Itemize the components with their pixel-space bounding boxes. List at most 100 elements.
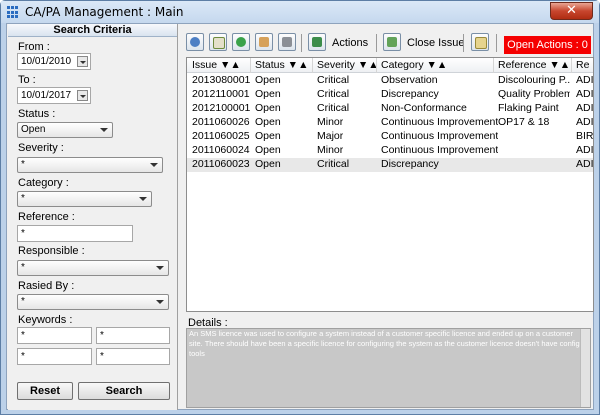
toolbar-separator [463, 34, 464, 52]
actions-button[interactable]: Actions [332, 37, 368, 49]
client-area: Search Criteria From : 10/01/2010 To : 1… [6, 23, 594, 410]
keyword-input-2[interactable]: * [96, 327, 170, 344]
keyword-input-3[interactable]: * [17, 348, 92, 365]
cell-status: Open [255, 88, 281, 100]
cell-issue: 2011060024 [192, 144, 250, 156]
date-dropdown-icon[interactable] [77, 90, 88, 101]
table-row[interactable]: 2013080001 Open Critical Observation Dis… [187, 74, 594, 88]
chevron-down-icon [156, 300, 164, 304]
edit-icon[interactable] [209, 33, 227, 51]
keywords-label: Keywords : [18, 314, 73, 326]
column-header-severity[interactable]: Severity ▼▲ [317, 59, 379, 71]
table-row-selected[interactable]: 2011060023 Open Critical Discrepancy ADI [187, 158, 594, 172]
cell-status: Open [255, 116, 281, 128]
column-divider [250, 58, 251, 73]
cell-severity: Minor [317, 144, 344, 156]
from-label: From : [18, 41, 50, 53]
reference-input[interactable]: * [17, 225, 133, 242]
column-divider [312, 58, 313, 73]
cell-severity: Critical [317, 158, 350, 170]
app-grid-icon [7, 6, 20, 19]
table-row[interactable]: 2011060025 Open Major Continuous Improve… [187, 130, 593, 144]
open-actions-badge[interactable]: Open Actions : 0 [504, 36, 591, 54]
chevron-down-icon [150, 163, 158, 167]
cell-responsible: ADI [576, 158, 594, 170]
cell-responsible: ADI [576, 74, 594, 86]
close-window-button[interactable]: ✕ [550, 2, 593, 20]
severity-label: Severity : [18, 142, 64, 154]
handover-icon[interactable] [255, 33, 273, 51]
to-date-field[interactable]: 10/01/2017 [17, 87, 91, 104]
category-label: Category : [18, 177, 69, 189]
table-row[interactable]: 2011060026 Open Minor Continuous Improve… [187, 116, 593, 130]
print-icon[interactable] [278, 33, 296, 51]
cell-category: Non-Conformance [381, 102, 467, 114]
cell-status: Open [255, 144, 281, 156]
cell-issue: 2013080001 [192, 74, 251, 86]
actions-icon[interactable] [308, 33, 326, 51]
column-header-responsible[interactable]: Re [576, 59, 589, 71]
category-select[interactable]: * [17, 191, 152, 207]
search-criteria-header: Search Criteria [8, 24, 177, 37]
chevron-down-icon [100, 128, 108, 132]
search-button[interactable]: Search [78, 382, 170, 400]
cell-severity: Minor [317, 116, 344, 128]
close-issue-icon[interactable] [383, 33, 401, 51]
from-date-value: 10/01/2010 [21, 56, 72, 67]
chevron-down-icon [156, 266, 164, 270]
issues-panel: Actions Close Issue Open Actions : 0 Iss… [182, 24, 594, 410]
cell-severity: Major [317, 130, 344, 142]
table-header: Issue ▼▲ Status ▼▲ Severity ▼▲ Category … [187, 58, 593, 73]
keyword-input-1[interactable]: * [17, 327, 92, 344]
column-header-reference[interactable]: Reference ▼▲ [498, 59, 570, 71]
cell-severity: Critical [317, 74, 350, 86]
date-dropdown-icon[interactable] [77, 56, 88, 67]
cell-reference: Flaking Paint [498, 102, 559, 114]
issues-table[interactable]: Issue ▼▲ Status ▼▲ Severity ▼▲ Category … [186, 57, 594, 312]
details-text: An SMS licence was used to configure a s… [189, 329, 580, 358]
cell-category: Continuous Improvement [381, 130, 499, 142]
table-row[interactable]: 2012100001 Open Critical Non-Conformance… [187, 102, 594, 116]
cell-category: Discrepancy [381, 158, 439, 170]
title-bar[interactable]: CA/PA Management : Main ✕ [1, 1, 599, 23]
app-window: CA/PA Management : Main ✕ Search Criteri… [0, 0, 600, 415]
status-select[interactable]: Open [17, 122, 113, 138]
column-divider [376, 58, 377, 73]
assign-user-icon[interactable] [186, 33, 204, 51]
cell-status: Open [255, 130, 281, 142]
responsible-select[interactable]: * [17, 260, 169, 276]
cell-reference: Discolouring P... [498, 74, 570, 86]
cell-issue: 2012100001 [192, 102, 251, 114]
cell-status: Open [255, 102, 281, 114]
window-title: CA/PA Management : Main [25, 5, 184, 19]
column-header-issue[interactable]: Issue ▼▲ [192, 59, 241, 71]
cell-issue: 2012110001 [192, 88, 250, 100]
column-header-status[interactable]: Status ▼▲ [255, 59, 308, 71]
report-icon[interactable] [471, 33, 489, 51]
table-row[interactable]: 2012110001 Open Critical Discrepancy Qua… [187, 88, 594, 102]
cell-category: Discrepancy [381, 88, 439, 100]
category-value: * [21, 193, 25, 204]
responsible-label: Responsible : [18, 245, 85, 257]
cell-status: Open [255, 158, 281, 170]
cell-responsible: ADI [576, 102, 594, 114]
table-row[interactable]: 2011060024 Open Minor Continuous Improve… [187, 144, 593, 158]
severity-select[interactable]: * [17, 157, 163, 173]
reset-button[interactable]: Reset [17, 382, 73, 400]
raised-by-select[interactable]: * [17, 294, 169, 310]
cell-category: Continuous Improvement [381, 144, 499, 156]
cell-responsible: ADI [576, 88, 594, 100]
column-header-category[interactable]: Category ▼▲ [381, 59, 447, 71]
from-date-field[interactable]: 10/01/2010 [17, 53, 91, 70]
keyword-input-4[interactable]: * [96, 348, 170, 365]
reference-label: Reference : [18, 211, 75, 223]
close-issue-button[interactable]: Close Issue [407, 37, 464, 49]
status-value: Open [21, 124, 46, 135]
forward-icon[interactable] [232, 33, 250, 51]
raised-by-value: * [21, 296, 25, 307]
cell-category: Continuous Improvement [381, 116, 499, 128]
details-textarea[interactable]: An SMS licence was used to configure a s… [186, 328, 591, 408]
cell-issue: 2011060025 [192, 130, 250, 142]
details-scrollbar[interactable] [580, 329, 590, 407]
toolbar-separator [376, 34, 377, 52]
